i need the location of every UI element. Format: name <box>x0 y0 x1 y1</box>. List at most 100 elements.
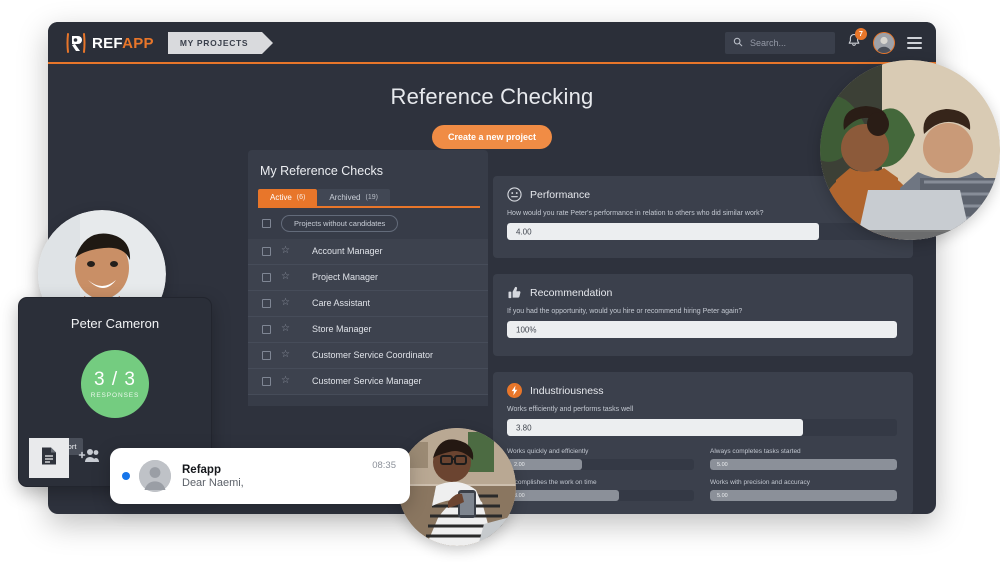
candidate-card-actions <box>29 438 109 478</box>
woman-with-glasses-using-phone-photo <box>398 428 516 546</box>
list-item-label: Project Manager <box>311 272 379 282</box>
screenshot-root: REFAPP MY PROJECTS Search... 7 Reference… <box>0 0 1000 562</box>
toast-text: Refapp Dear Naemi, <box>182 464 244 489</box>
responses-indicator: 3 / 3 RESPONSES <box>81 350 149 418</box>
subitem: Accomplishes the work on time 3.00 <box>507 479 694 501</box>
subitem: Always completes tasks started 5.00 <box>710 448 897 470</box>
tab-active-count: (6) <box>296 194 306 201</box>
subitem-meter: 5.00 <box>710 459 897 470</box>
row-checkbox[interactable] <box>262 246 271 256</box>
logo-text: REFAPP <box>92 34 154 52</box>
subitem-meter-fill <box>710 490 897 501</box>
face-rating-icon <box>507 187 522 202</box>
hamburger-menu-icon[interactable] <box>907 37 922 49</box>
app-logo[interactable]: REFAPP <box>64 31 154 55</box>
list-item[interactable]: ☆ Store Manager <box>248 317 488 343</box>
subitem-value: 5.00 <box>717 492 728 499</box>
subitem-value: 2.00 <box>514 461 525 468</box>
row-checkbox[interactable] <box>262 298 271 308</box>
avatar[interactable] <box>873 32 895 54</box>
refapp-r-logo-icon <box>64 31 88 55</box>
recommendation-meter: 100% <box>507 321 897 338</box>
my-reference-checks-panel: My Reference Checks Active (6) Archived … <box>248 150 488 406</box>
hamburger-line <box>907 42 922 44</box>
row-checkbox[interactable] <box>262 272 271 282</box>
industriousness-question: Works efficiently and performs tasks wel… <box>507 406 634 413</box>
notifications-button[interactable]: 7 <box>847 28 867 53</box>
list-item[interactable]: ☆ Customer Service Coordinator <box>248 343 488 369</box>
star-icon[interactable]: ☆ <box>281 350 290 360</box>
page-title: Reference Checking <box>390 84 594 109</box>
list-item-label: Customer Service Manager <box>311 376 422 386</box>
reference-checks-list: ☆ Account Manager ☆ Project Manager ☆ Ca… <box>248 238 488 395</box>
search-input[interactable]: Search... <box>725 32 835 54</box>
list-item[interactable]: ☆ Account Manager <box>248 239 488 265</box>
document-report-icon <box>40 446 58 471</box>
toast-title: Refapp <box>182 463 221 476</box>
subitem-meter: 3.00 <box>507 490 694 501</box>
tab-archived-count: (19) <box>365 194 378 201</box>
toast-time: 08:35 <box>372 460 396 471</box>
subitem: Works with precision and accuracy 5.00 <box>710 479 897 501</box>
show-report-button[interactable] <box>29 438 69 478</box>
tab-my-projects-label: MY PROJECTS <box>179 38 249 48</box>
star-icon[interactable]: ☆ <box>281 324 290 334</box>
industriousness-meter: 3.80 <box>507 419 897 436</box>
lightning-bolt-icon <box>507 383 522 398</box>
unread-indicator <box>122 472 130 480</box>
tab-active-label: Active <box>270 193 292 202</box>
star-icon[interactable]: ☆ <box>281 298 290 308</box>
recommendation-card: Recommendation If you had the opportunit… <box>493 274 913 356</box>
select-all-checkbox[interactable] <box>262 218 271 228</box>
subitem-value: 5.00 <box>717 461 728 468</box>
add-people-button[interactable] <box>69 438 109 478</box>
tab-my-projects[interactable]: MY PROJECTS <box>167 32 274 54</box>
panel-tabs: Active (6) Archived (19) <box>258 189 488 206</box>
notification-toast[interactable]: Refapp Dear Naemi, 08:35 <box>110 448 410 504</box>
subitem-label: Works quickly and efficiently <box>507 448 589 455</box>
row-checkbox[interactable] <box>262 376 271 386</box>
hamburger-line <box>907 37 922 39</box>
search-placeholder: Search... <box>750 38 787 48</box>
star-icon[interactable]: ☆ <box>281 272 290 282</box>
tab-archived[interactable]: Archived (19) <box>317 189 390 206</box>
top-navigation-bar: REFAPP MY PROJECTS Search... 7 <box>48 22 936 64</box>
star-icon[interactable]: ☆ <box>281 246 290 256</box>
two-colleagues-with-laptop-photo <box>820 60 1000 240</box>
candidate-name: Peter Cameron <box>70 316 160 331</box>
list-item-label: Store Manager <box>311 324 372 334</box>
tab-archived-label: Archived <box>329 193 361 202</box>
projects-without-candidates-filter[interactable]: Projects without candidates <box>281 214 399 232</box>
row-checkbox[interactable] <box>262 350 271 360</box>
list-item[interactable]: ☆ Customer Service Manager <box>248 369 488 395</box>
performance-card-title: Performance <box>530 188 591 201</box>
recommendation-meter-fill <box>507 321 897 338</box>
filter-row: Projects without candidates <box>248 208 488 239</box>
row-checkbox[interactable] <box>262 324 271 334</box>
industriousness-meter-fill <box>507 419 804 436</box>
subitem: Works quickly and efficiently 2.00 <box>507 448 694 470</box>
list-item-label: Customer Service Coordinator <box>311 350 434 360</box>
hamburger-line <box>907 47 922 49</box>
recommendation-value: 100% <box>516 325 537 334</box>
star-icon[interactable]: ☆ <box>281 376 290 386</box>
list-item[interactable]: ☆ Project Manager <box>248 265 488 291</box>
industriousness-card: Industriousness Works efficiently and pe… <box>493 372 913 514</box>
recommendation-card-header: Recommendation <box>493 274 913 300</box>
responses-label: RESPONSES <box>90 392 140 399</box>
responses-count: 3 / 3 <box>94 369 136 390</box>
subitem-label: Always completes tasks started <box>710 448 801 455</box>
create-new-project-button[interactable]: Create a new project <box>431 125 553 149</box>
tab-active[interactable]: Active (6) <box>258 189 318 206</box>
toast-avatar <box>139 460 171 492</box>
list-item-label: Account Manager <box>311 246 383 256</box>
recommendation-question: If you had the opportunity, would you hi… <box>507 308 743 315</box>
add-people-icon <box>78 447 100 470</box>
industriousness-card-header: Industriousness <box>493 372 913 398</box>
industriousness-value: 3.80 <box>516 423 532 432</box>
performance-value: 4.00 <box>516 227 532 236</box>
thumbs-up-icon <box>507 285 522 300</box>
list-item[interactable]: ☆ Care Assistant <box>248 291 488 317</box>
subitem-meter: 5.00 <box>710 490 897 501</box>
notification-count-badge: 7 <box>855 28 867 40</box>
